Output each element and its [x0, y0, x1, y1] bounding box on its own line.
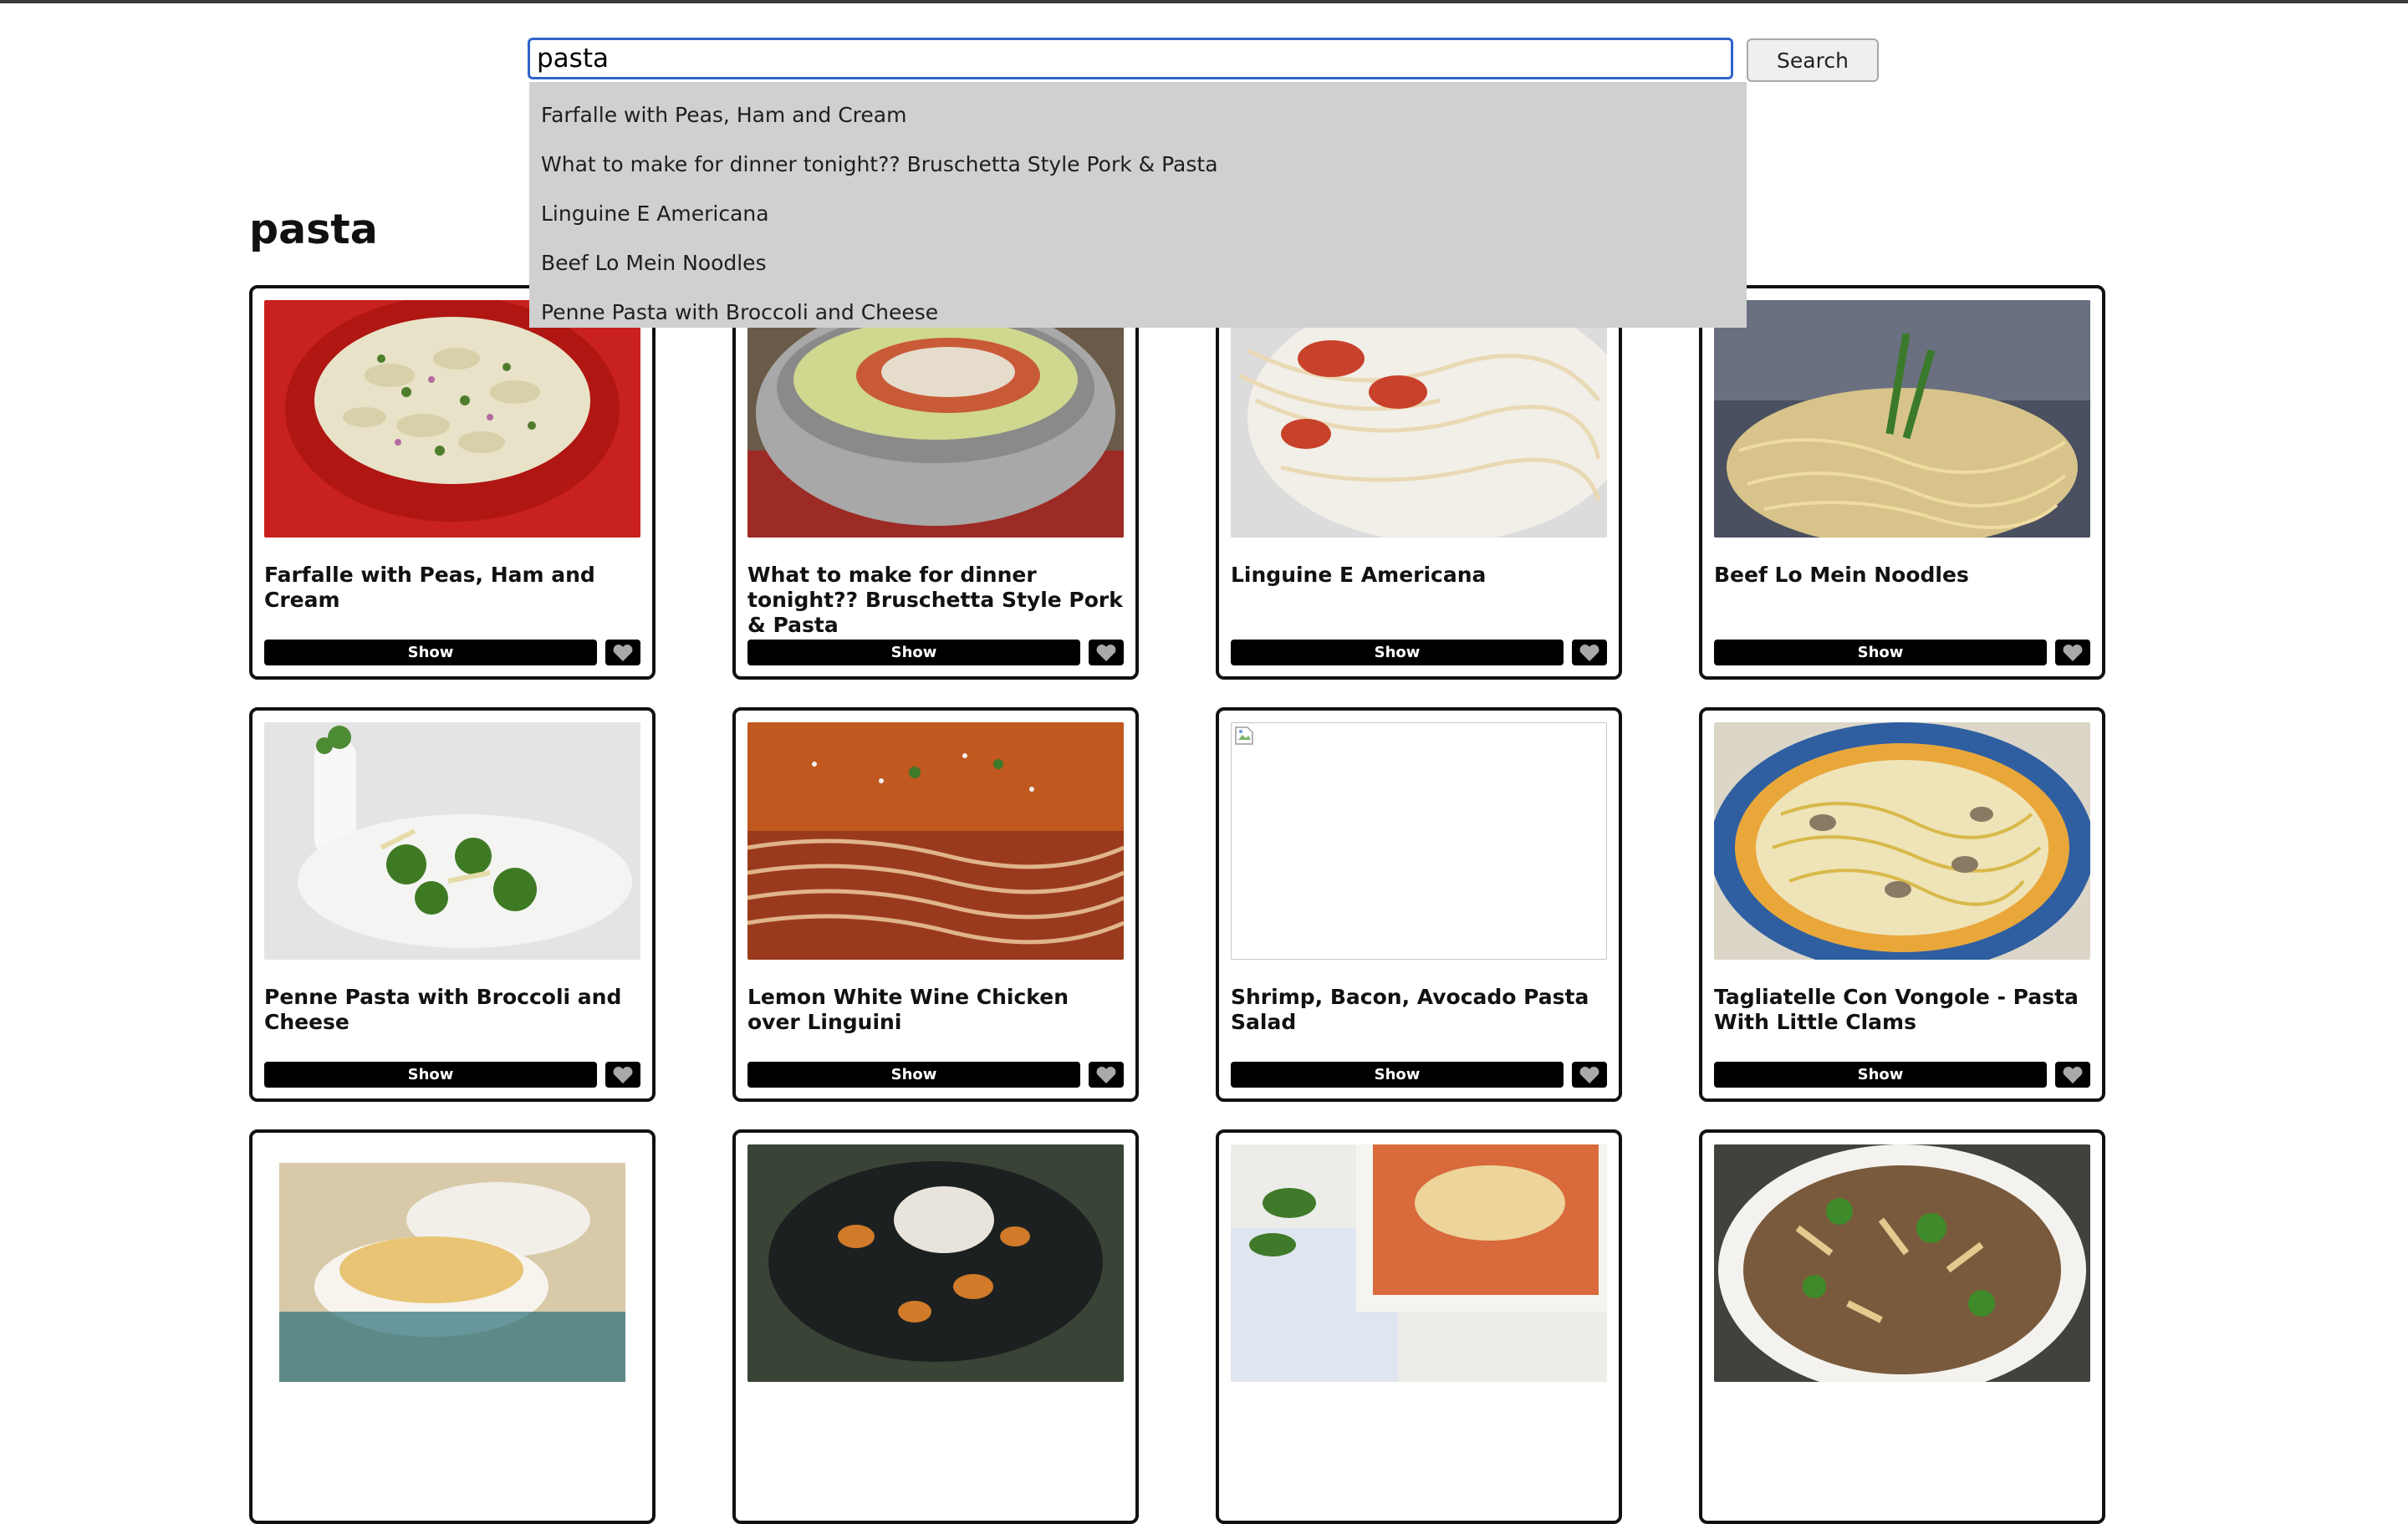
recipe-card: Tagliatelle Con Vongole - Pasta With Lit…: [1699, 707, 2105, 1102]
show-button[interactable]: Show: [747, 1062, 1080, 1088]
search-button[interactable]: Search: [1747, 38, 1879, 82]
recipe-title: Beef Lo Mein Noodles: [1714, 563, 1969, 587]
recipe-image: [1714, 722, 2090, 960]
favorite-button[interactable]: [605, 640, 640, 665]
favorite-button[interactable]: [2055, 640, 2090, 665]
heart-icon: [613, 1066, 633, 1083]
heart-icon: [2063, 1066, 2083, 1083]
results-heading: pasta: [249, 206, 378, 253]
recipe-card: What to make for dinner tonight?? Brusch…: [732, 285, 1139, 680]
recipe-image: [264, 1144, 640, 1382]
suggestion-item[interactable]: Penne Pasta with Broccoli and Cheese: [529, 288, 1747, 337]
suggestion-item[interactable]: Farfalle with Peas, Ham and Cream: [529, 90, 1747, 140]
show-button[interactable]: Show: [1714, 1062, 2047, 1088]
suggestion-item[interactable]: Linguine E Americana: [529, 189, 1747, 238]
show-button[interactable]: Show: [1231, 1062, 1564, 1088]
favorite-button[interactable]: [1089, 1062, 1124, 1088]
heart-icon: [1579, 644, 1599, 661]
favorite-button[interactable]: [605, 1062, 640, 1088]
heart-icon: [2063, 644, 2083, 661]
heart-icon: [1096, 644, 1116, 661]
favorite-button[interactable]: [1572, 640, 1607, 665]
search-input[interactable]: [528, 38, 1733, 79]
broken-image-icon: [1235, 726, 1253, 745]
recipe-card: Linguine E Americana Show: [1216, 285, 1622, 680]
heart-icon: [1579, 1066, 1599, 1083]
recipe-image: [1231, 1144, 1607, 1382]
recipe-image: [747, 1144, 1124, 1382]
recipe-title: Farfalle with Peas, Ham and Cream: [264, 563, 595, 612]
recipe-title: Tagliatelle Con Vongole - Pasta With Lit…: [1714, 985, 2079, 1034]
show-button[interactable]: Show: [264, 1062, 597, 1088]
recipe-image: [1714, 1144, 2090, 1382]
favorite-button[interactable]: [1572, 1062, 1607, 1088]
favorite-button[interactable]: [1089, 640, 1124, 665]
recipe-card: Lemon White Wine Chicken over Linguini S…: [732, 707, 1139, 1102]
suggestion-item[interactable]: What to make for dinner tonight?? Brusch…: [529, 140, 1747, 189]
recipe-image: [1714, 300, 2090, 538]
recipe-image: [264, 722, 640, 960]
recipe-title: Shrimp, Bacon, Avocado Pasta Salad: [1231, 985, 1589, 1034]
recipe-card: Farfalle with Peas, Ham and Cream Show: [249, 285, 656, 680]
recipe-title: What to make for dinner tonight?? Brusch…: [747, 563, 1123, 637]
recipe-card: [249, 1129, 656, 1524]
autocomplete-dropdown: Farfalle with Peas, Ham and Cream What t…: [529, 82, 1747, 328]
favorite-button[interactable]: [2055, 1062, 2090, 1088]
recipe-card: [732, 1129, 1139, 1524]
top-border: [0, 0, 2408, 3]
recipe-title: Linguine E Americana: [1231, 563, 1487, 587]
show-button[interactable]: Show: [747, 640, 1080, 665]
recipe-image: [747, 722, 1124, 960]
recipe-card: Shrimp, Bacon, Avocado Pasta Salad Show: [1216, 707, 1622, 1102]
show-button[interactable]: Show: [1231, 640, 1564, 665]
heart-icon: [613, 644, 633, 661]
heart-icon: [1096, 1066, 1116, 1083]
show-button[interactable]: Show: [1714, 640, 2047, 665]
recipe-card: [1699, 1129, 2105, 1524]
recipe-title: Penne Pasta with Broccoli and Cheese: [264, 985, 622, 1034]
recipe-card: Beef Lo Mein Noodles Show: [1699, 285, 2105, 680]
recipe-title: Lemon White Wine Chicken over Linguini: [747, 985, 1069, 1034]
recipe-card: Penne Pasta with Broccoli and Cheese Sho…: [249, 707, 656, 1102]
recipe-card: [1216, 1129, 1622, 1524]
broken-image: [1231, 722, 1607, 960]
show-button[interactable]: Show: [264, 640, 597, 665]
suggestion-item[interactable]: Beef Lo Mein Noodles: [529, 238, 1747, 288]
